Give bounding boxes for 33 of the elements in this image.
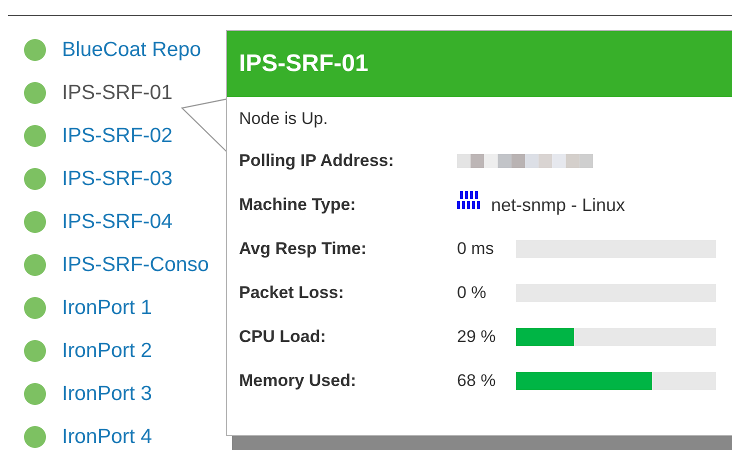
status-dot [24,124,46,146]
detail-label: Machine Type: [239,195,357,215]
status-dot [24,382,46,404]
detail-label: Avg Resp Time: [239,239,368,259]
status-dot [24,340,46,362]
node-link[interactable]: IPS-SRF-04 [62,210,172,234]
metric-value: 68 % [457,371,497,391]
status-dot [24,254,46,276]
status-dot [24,168,46,190]
status-text: Node is Up. [239,109,329,129]
node-link[interactable]: IronPort 4 [62,424,152,448]
node-link[interactable]: IPS-SRF-Conso [62,252,209,276]
node-link[interactable]: BlueCoat Repo [62,38,202,62]
node-link[interactable]: IPS-SRF-03 [62,166,172,190]
status-dot [24,426,46,448]
machine-type: net-snmp - Linux [491,194,626,216]
detail-label: Polling IP Address: [239,151,395,171]
tooltip-title: IPS-SRF-01 [239,50,368,78]
node-link[interactable]: IPS-SRF-02 [62,124,172,148]
detail-label: Packet Loss: [239,283,345,303]
node-link[interactable]: IronPort 3 [62,382,152,406]
status-dot [24,38,46,60]
metric-value: 0 % [457,283,488,303]
status-dot [24,82,46,104]
detail-label: CPU Load: [239,327,327,347]
metric-value: 0 ms [457,239,495,259]
metric-value: 29 % [457,327,497,347]
node-link[interactable]: IronPort 2 [62,338,152,362]
node-link[interactable]: IronPort 1 [62,296,152,320]
node-link[interactable]: IPS-SRF-01 [62,80,172,104]
status-dot [24,210,46,232]
status-dot [24,296,46,318]
detail-label: Memory Used: [239,371,358,391]
